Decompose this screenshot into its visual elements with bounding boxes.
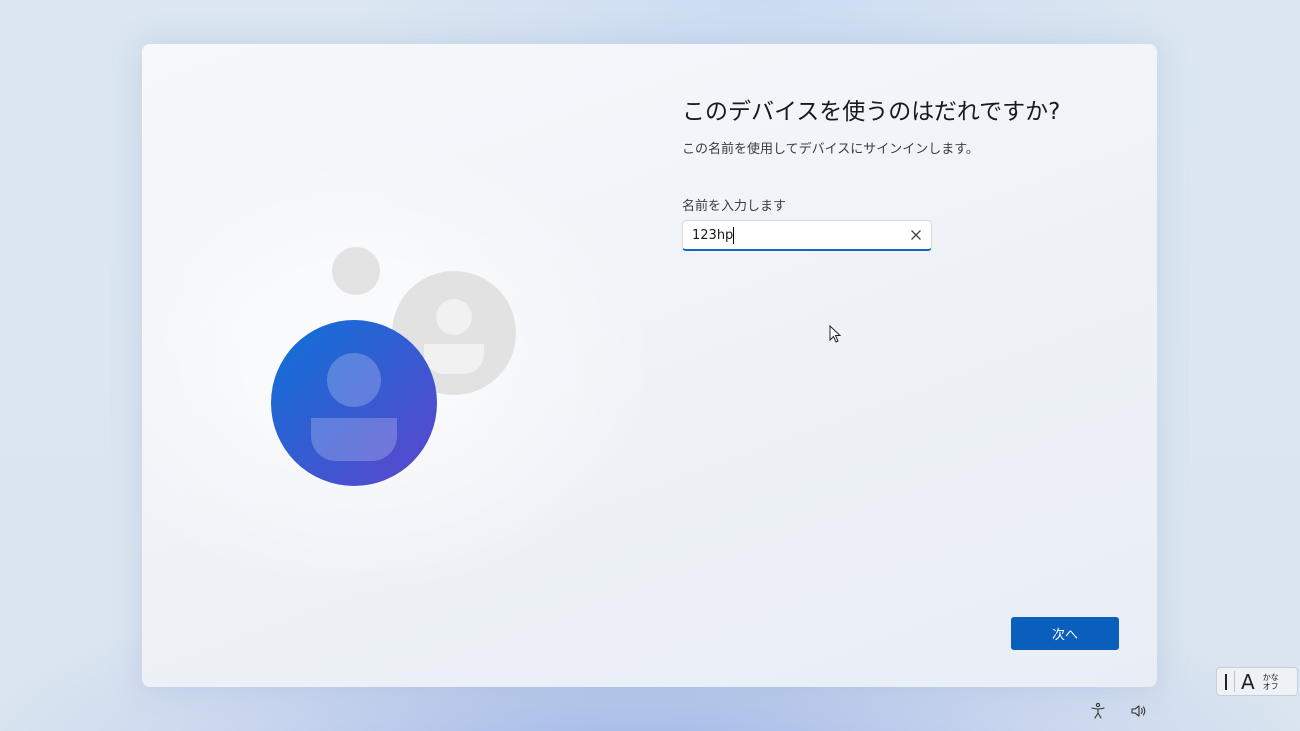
accessibility-icon[interactable] [1089, 702, 1107, 720]
page-subtitle: この名前を使用してデバイスにサインインします。 [682, 142, 979, 157]
page-title: このデバイスを使うのはだれですか? [682, 99, 1061, 125]
ime-kana-line1: かな [1262, 672, 1279, 682]
text-cursor-icon [1225, 673, 1227, 690]
ime-kana-status: かな オフ [1263, 673, 1279, 691]
next-button[interactable]: 次へ [1011, 617, 1119, 650]
ime-mode-letter: A [1241, 669, 1255, 694]
text-caret [733, 227, 734, 244]
name-field-label: 名前を入力します [682, 199, 787, 214]
ime-mode-indicator[interactable]: A かな オフ [1216, 667, 1298, 696]
volume-icon[interactable] [1130, 702, 1148, 720]
mouse-cursor-icon [829, 325, 842, 343]
primary-person-icon [271, 320, 437, 486]
name-input-container [682, 220, 932, 251]
setup-card: このデバイスを使うのはだれですか? この名前を使用してデバイスにサインインします… [142, 44, 1157, 687]
ime-divider [1234, 671, 1235, 692]
small-dot [332, 247, 380, 295]
name-input[interactable] [692, 221, 902, 249]
users-illustration [271, 247, 516, 486]
secondary-person-icon [392, 271, 516, 395]
ime-kana-line2: オフ [1262, 681, 1279, 691]
clear-icon[interactable] [907, 226, 925, 244]
